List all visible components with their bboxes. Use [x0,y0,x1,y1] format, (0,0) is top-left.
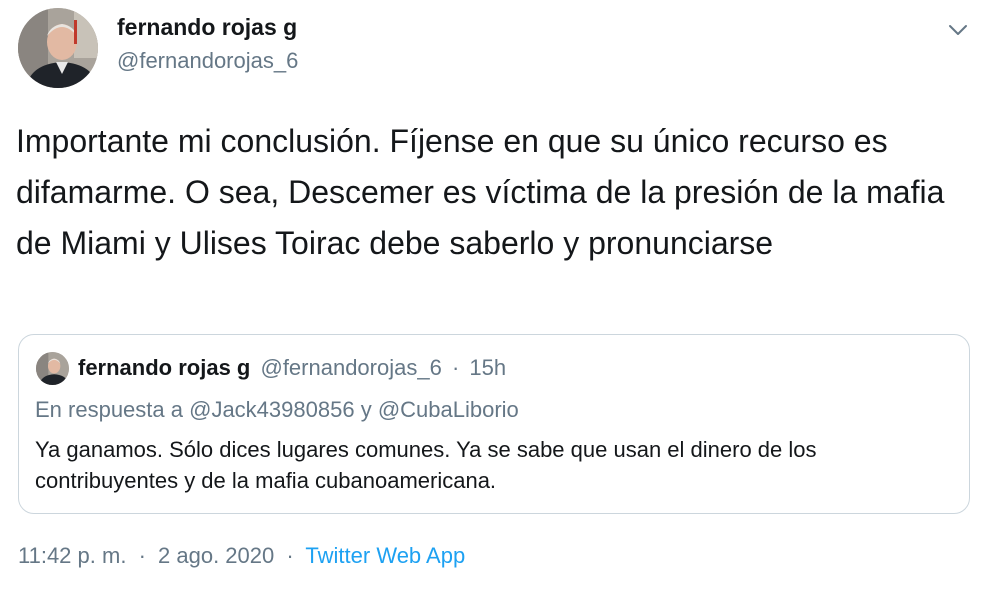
chevron-down-icon[interactable] [946,18,970,42]
quoted-separator: · [451,355,460,380]
quoted-header: fernando rojas g @fernandorojas_6 · 15h [78,355,506,381]
quoted-text: Ya ganamos. Sólo dices lugares comunes. … [35,437,817,493]
quoted-time: 15h [469,355,507,380]
author-display-name[interactable]: fernando rojas g [117,14,297,41]
tweet-text: Importante mi conclusión. Fíjense en que… [16,123,945,261]
author-avatar[interactable] [18,8,98,88]
footer-separator: · [138,543,146,568]
author-handle[interactable]: @fernandorojas_6 [117,48,298,74]
reply-prefix: En respuesta a [35,397,183,422]
footer-separator-2: · [286,543,294,568]
quoted-reply-context: En respuesta a @Jack43980856 y @CubaLibo… [35,397,519,423]
tweet-date[interactable]: 2 ago. 2020 [158,543,274,568]
quoted-tweet[interactable]: fernando rojas g @fernandorojas_6 · 15h … [18,334,970,514]
tweet-source-link[interactable]: Twitter Web App [305,543,465,568]
tweet-time[interactable]: 11:42 p. m. [18,543,126,568]
quoted-display-name: fernando rojas g [78,355,251,380]
reply-mention-1: @Jack43980856 [189,397,355,422]
tweet-footer: 11:42 p. m. · 2 ago. 2020 · Twitter Web … [18,543,465,569]
quoted-handle: @fernandorojas_6 [260,355,442,380]
quoted-author-avatar [36,352,69,385]
reply-conjunction: y [360,397,372,422]
tweet-card: fernando rojas g @fernandorojas_6 Import… [0,0,993,589]
reply-mention-2: @CubaLiborio [377,397,519,422]
